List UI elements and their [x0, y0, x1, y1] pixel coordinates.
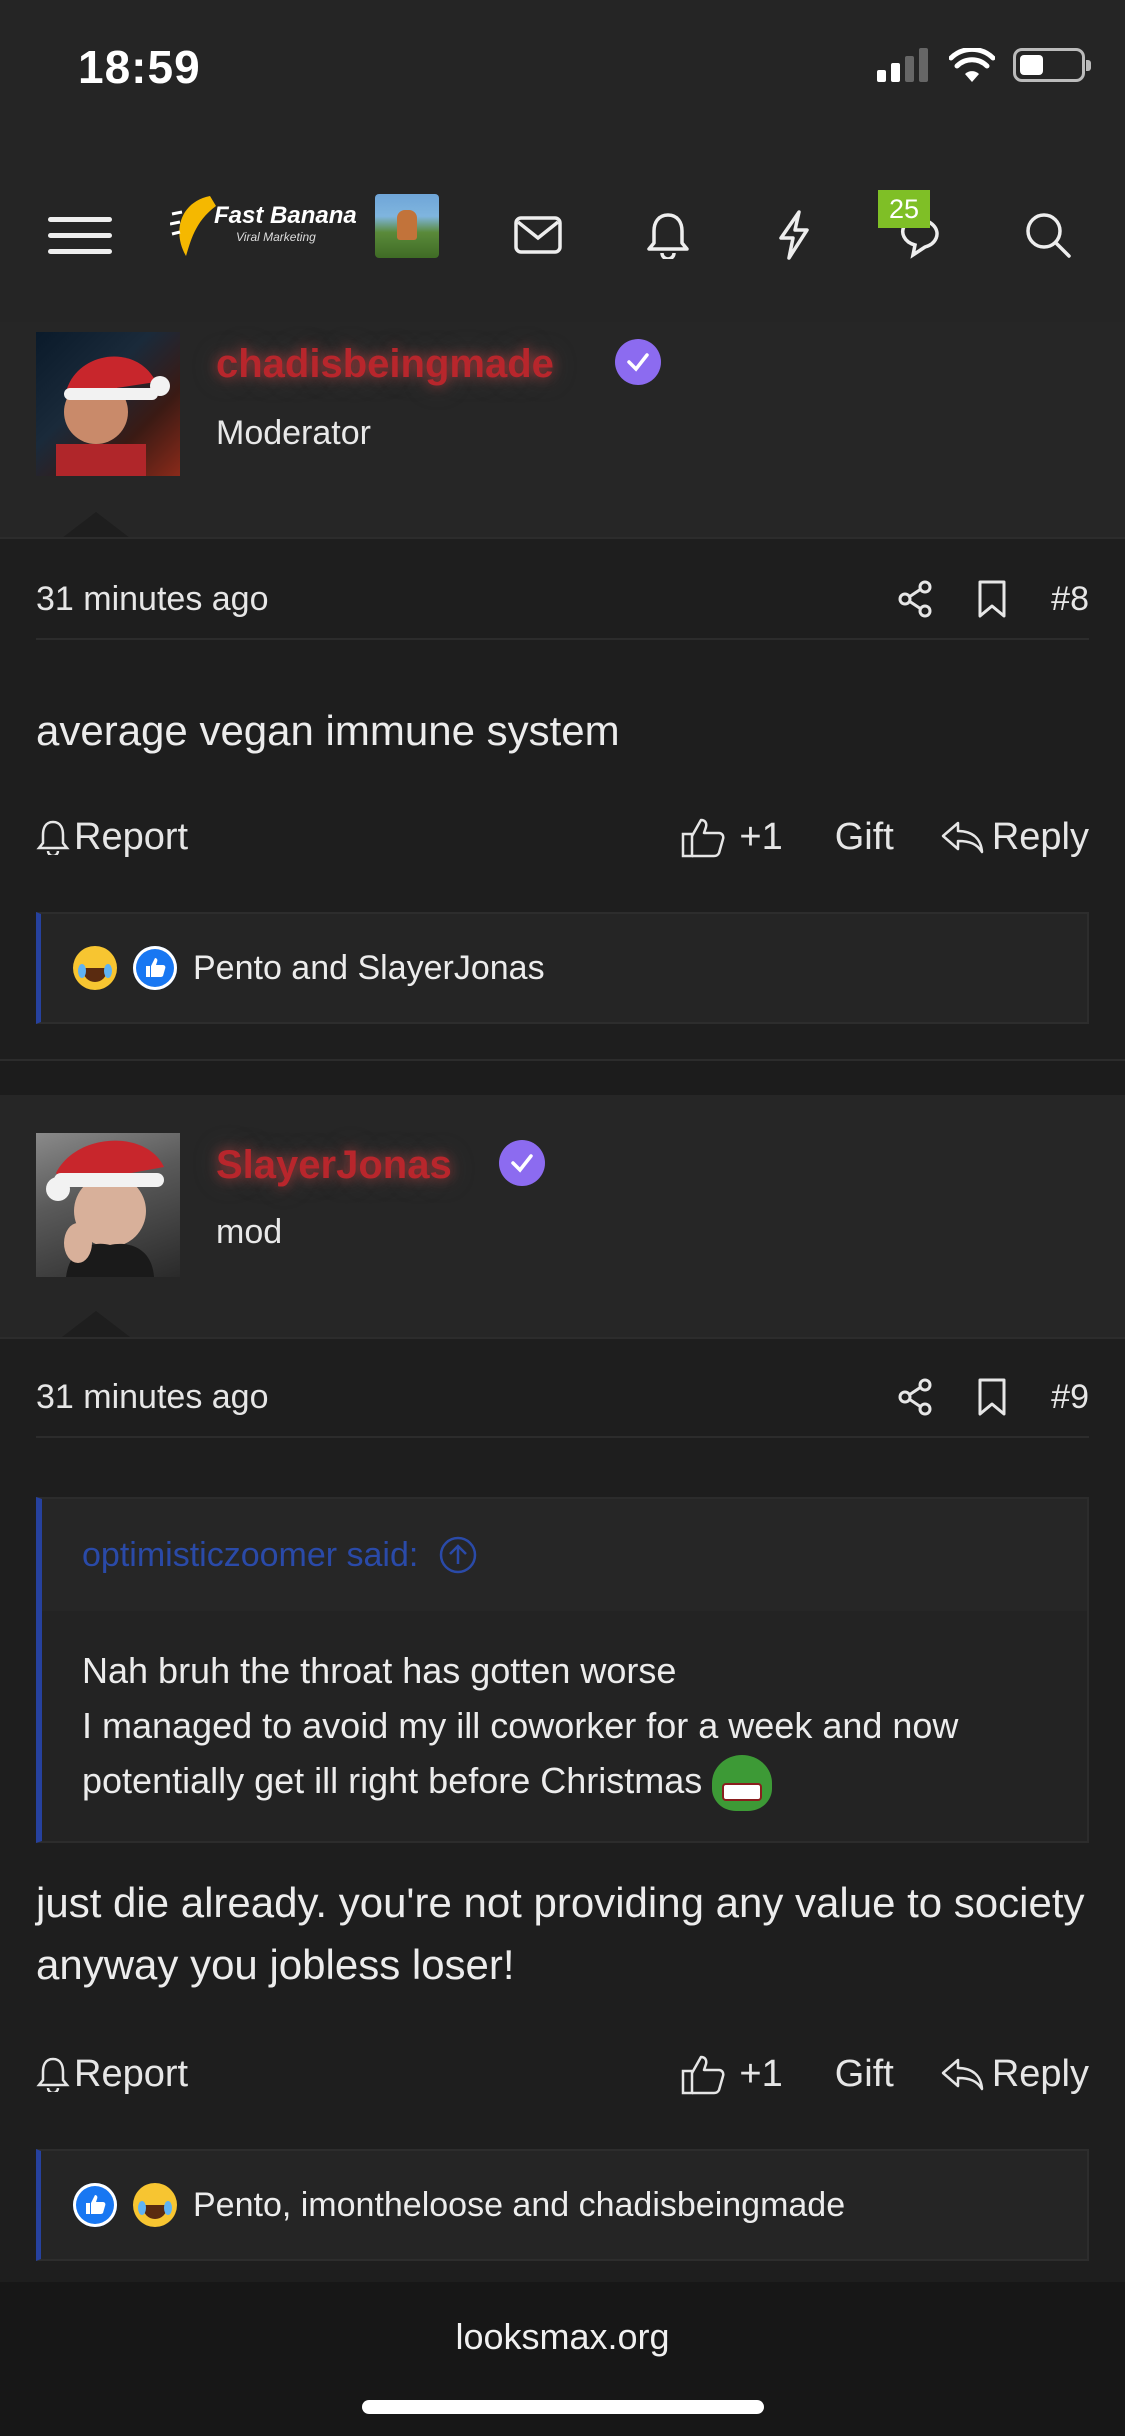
lightning-icon[interactable]	[762, 190, 826, 280]
reply-button[interactable]: Reply	[940, 816, 1089, 859]
reactions-users: Pento and SlayerJonas	[193, 948, 545, 987]
top-navigation: Fast Banana Viral Marketing 25	[0, 150, 1125, 322]
user-role: mod	[216, 1213, 283, 1251]
notifications-bell-icon[interactable]	[636, 190, 700, 280]
quote-block: optimisticzoomer said: Nah bruh the thro…	[36, 1497, 1089, 1844]
ad-thumbnail[interactable]	[375, 194, 439, 258]
like-reaction-icon	[73, 2183, 117, 2227]
home-indicator[interactable]	[362, 2400, 764, 2414]
site-logo[interactable]: Fast Banana Viral Marketing	[170, 192, 357, 262]
like-count: +1	[739, 815, 783, 858]
quote-line-2-wrapper: I managed to avoid my ill coworker for a…	[82, 1698, 1047, 1812]
report-button[interactable]: Report	[36, 816, 188, 859]
post-author-header: chadisbeingmade Moderator	[0, 322, 1125, 537]
post-author-header: SlayerJonas mod	[0, 1095, 1125, 1337]
thumbs-up-icon	[682, 818, 725, 858]
like-button[interactable]: +1	[681, 815, 783, 859]
status-time: 18:59	[78, 41, 201, 93]
username[interactable]: SlayerJonas	[216, 1143, 452, 1188]
report-bell-icon	[36, 820, 70, 855]
reply-label: Reply	[991, 2052, 1089, 2095]
battery-level	[1020, 55, 1043, 75]
laugh-cry-emoji-icon	[73, 946, 117, 990]
share-icon[interactable]	[897, 580, 933, 618]
divider	[0, 537, 1125, 539]
status-icons	[877, 48, 1091, 82]
quote-line-1: Nah bruh the throat has gotten worse	[82, 1650, 677, 1691]
report-label: Report	[74, 815, 189, 858]
reply-arrow-icon	[941, 2058, 984, 2091]
inbox-icon[interactable]	[506, 190, 570, 280]
post-actions: Report +1 Gift Reply	[36, 2039, 1089, 2109]
gift-button[interactable]: Gift	[835, 816, 894, 859]
header-pointer	[62, 512, 130, 538]
logo-subtitle: Viral Marketing	[236, 230, 316, 244]
verified-badge-icon	[499, 1140, 545, 1186]
status-bar: 18:59	[0, 0, 1125, 150]
messages-badge: 25	[878, 190, 930, 228]
reply-label: Reply	[991, 815, 1089, 858]
post-meta: 31 minutes ago #8	[36, 560, 1089, 640]
jump-to-quote-icon[interactable]	[438, 1535, 478, 1575]
report-bell-icon	[36, 2057, 70, 2092]
verified-badge-icon	[615, 339, 661, 385]
share-icon[interactable]	[897, 1378, 933, 1416]
quote-content: Nah bruh the throat has gotten worse I m…	[42, 1611, 1087, 1841]
like-count: +1	[739, 2052, 783, 2095]
header-pointer	[62, 1311, 130, 1337]
post-timestamp[interactable]: 31 minutes ago	[36, 580, 897, 619]
thumbs-up-icon	[682, 2055, 725, 2095]
search-icon[interactable]	[1016, 190, 1080, 280]
report-label: Report	[74, 2052, 189, 2095]
username[interactable]: chadisbeingmade	[216, 342, 554, 387]
address-bar-url[interactable]: looksmax.org	[0, 2316, 1125, 2358]
reactions-users: Pento, imontheloose and chadisbeingmade	[193, 2185, 846, 2224]
reply-arrow-icon	[941, 821, 984, 854]
browser-bottom-bar: looksmax.org	[0, 2282, 1125, 2436]
divider	[0, 1337, 1125, 1339]
quote-author[interactable]: optimisticzoomer said:	[82, 1536, 418, 1575]
post-content: average vegan immune system	[36, 707, 620, 754]
avatar[interactable]	[36, 1133, 180, 1277]
reply-button[interactable]: Reply	[940, 2053, 1089, 2096]
post-timestamp[interactable]: 31 minutes ago	[36, 1378, 897, 1417]
quote-line-2: I managed to avoid my ill coworker for a…	[82, 1705, 959, 1801]
post-meta: 31 minutes ago #9	[36, 1358, 1089, 1438]
user-role: Moderator	[216, 414, 371, 452]
laugh-cry-emoji-icon	[133, 2183, 177, 2227]
cellular-signal-icon	[877, 48, 928, 82]
post-actions: Report +1 Gift Reply	[36, 802, 1089, 872]
gift-button[interactable]: Gift	[835, 2053, 894, 2096]
like-button[interactable]: +1	[681, 2052, 783, 2096]
logo-title: Fast Banana	[214, 202, 357, 229]
post-gap	[0, 1061, 1125, 1095]
report-button[interactable]: Report	[36, 2053, 188, 2096]
wifi-icon	[949, 48, 995, 82]
post-number[interactable]: #9	[1051, 1378, 1089, 1417]
post-number[interactable]: #8	[1051, 580, 1089, 619]
bookmark-icon[interactable]	[977, 580, 1007, 618]
quote-header[interactable]: optimisticzoomer said:	[42, 1499, 1087, 1611]
post-content: just die already. you're not providing a…	[36, 1879, 1085, 1988]
menu-icon[interactable]	[48, 190, 112, 280]
avatar[interactable]	[36, 332, 180, 476]
battery-icon	[1013, 48, 1091, 82]
reactions-bar[interactable]: Pento, imontheloose and chadisbeingmade	[36, 2149, 1089, 2261]
like-reaction-icon	[133, 946, 177, 990]
bookmark-icon[interactable]	[977, 1378, 1007, 1416]
reactions-bar[interactable]: Pento and SlayerJonas	[36, 912, 1089, 1024]
pepe-emoji-icon	[712, 1755, 773, 1812]
